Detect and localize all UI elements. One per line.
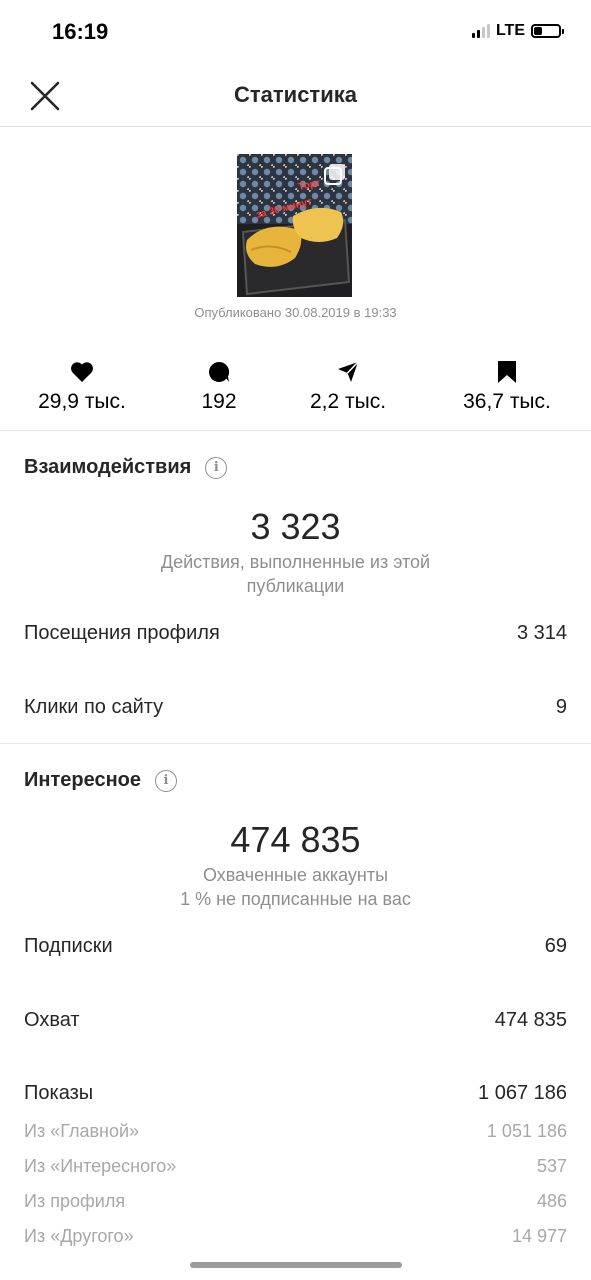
discovery-total: 474 835 [230, 819, 361, 860]
stat-value: 3 314 [516, 622, 567, 644]
sub-stat-value: 14 977 [511, 1226, 567, 1246]
sub-stat-row: Из профиля 486 [24, 1191, 567, 1212]
sub-stat-label: Из профиля [24, 1191, 126, 1211]
sub-stat-label: Из «Главной» [24, 1121, 140, 1141]
header: Статистика [0, 66, 591, 127]
stat-label: Посещения профиля [24, 622, 220, 644]
stat-row: Показы 1 067 186 [24, 1082, 567, 1105]
share-icon [278, 358, 418, 386]
page-title: Статистика [234, 82, 357, 107]
info-icon[interactable]: i [205, 456, 228, 479]
sub-stat-value: 537 [536, 1156, 567, 1176]
interactions-title: Взаимодействия [24, 456, 192, 478]
interactions-caption: Действия, выполненные из этой публикации [160, 552, 431, 596]
stat-label: Подписки [24, 935, 113, 957]
stat-value: 9 [555, 696, 567, 718]
stat-label: Показы [24, 1082, 94, 1104]
sub-stat-row: Из «Главной» 1 051 186 [24, 1121, 567, 1142]
stat-row: Клики по сайту 9 [24, 696, 567, 719]
metric-saves: 36,7 тыс. [437, 358, 577, 414]
divider [0, 743, 591, 744]
stat-label: Охват [24, 1009, 80, 1031]
signal-icon [471, 24, 490, 38]
saves-count: 36,7 тыс. [463, 390, 551, 413]
sub-stat-row: Из «Другого» 14 977 [24, 1226, 567, 1247]
stat-value: 474 835 [494, 1009, 567, 1031]
heart-icon [12, 358, 152, 386]
divider [0, 430, 591, 431]
discovery-title-row: Интересное i [24, 769, 177, 792]
sub-stat-value: 486 [536, 1191, 567, 1211]
stat-row: Охват 474 835 [24, 1009, 567, 1032]
status-time: 16:19 [52, 19, 109, 44]
comments-count: 192 [201, 390, 237, 413]
battery-icon [531, 24, 564, 38]
post-metrics: 29,9 тыс. 192 2,2 тыс. 36,7 тыс. [0, 358, 591, 428]
sub-stat-value: 1 051 186 [486, 1121, 567, 1141]
stat-row: Подписки 69 [24, 935, 567, 958]
metric-comments: 192 [149, 358, 289, 414]
sub-stat-label: Из «Интересного» [24, 1156, 177, 1176]
post-thumbnail[interactable]: Торт за 30 минут [237, 154, 352, 297]
sub-stat-label: Из «Другого» [24, 1226, 134, 1246]
home-indicator[interactable] [190, 1262, 402, 1268]
status-icons: LTE [471, 22, 564, 40]
metric-likes: 29,9 тыс. [12, 358, 152, 414]
metric-shares: 2,2 тыс. [278, 358, 418, 414]
likes-count: 29,9 тыс. [38, 390, 126, 413]
stat-label: Клики по сайту [24, 696, 164, 718]
shares-count: 2,2 тыс. [309, 390, 387, 413]
status-bar: 16:19 LTE [0, 0, 591, 66]
interactions-title-row: Взаимодействия i [24, 456, 228, 479]
info-icon[interactable]: i [155, 769, 177, 792]
sub-stat-row: Из «Интересного» 537 [24, 1156, 567, 1177]
bookmark-icon [437, 358, 577, 386]
stat-value: 1 067 186 [478, 1082, 567, 1104]
published-date: Опубликовано 30.08.2019 в 19:33 [194, 305, 397, 320]
discovery-title: Интересное [24, 769, 141, 791]
stat-value: 69 [544, 935, 567, 957]
comment-icon [149, 358, 289, 386]
network-type: LTE [495, 22, 525, 39]
interactions-total: 3 323 [250, 506, 341, 547]
discovery-caption-2: 1 % не подписанные на вас [180, 889, 411, 909]
discovery-caption-1: Охваченные аккаунты [202, 865, 389, 885]
stat-row: Посещения профиля 3 314 [24, 622, 567, 645]
